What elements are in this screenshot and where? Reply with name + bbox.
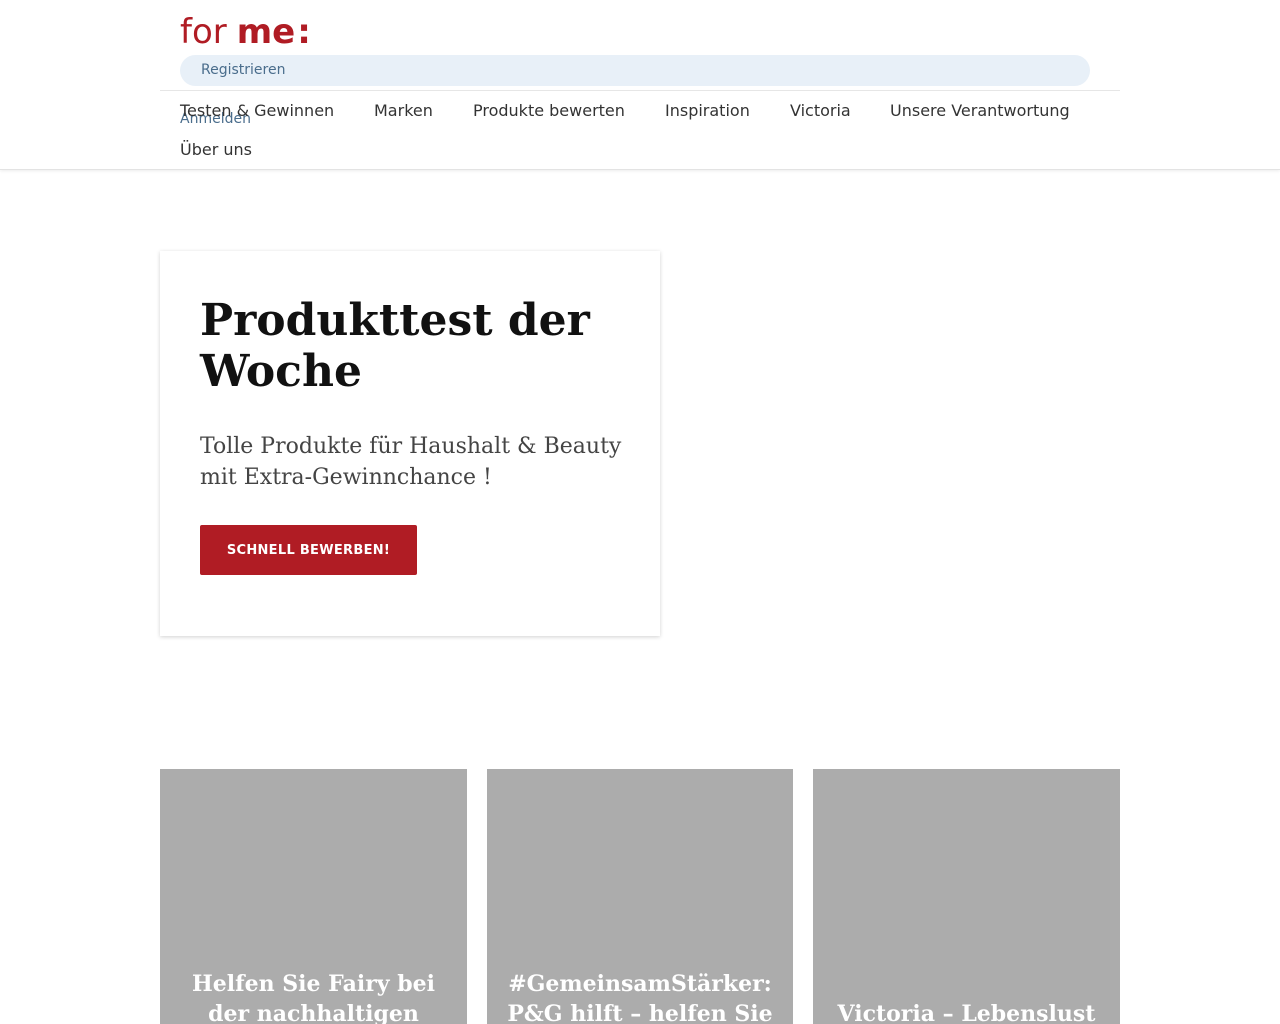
register-link[interactable]: Registrieren xyxy=(201,62,285,78)
teaser-title: Victoria – Lebenslust xyxy=(837,1001,1096,1024)
nav-item-produkte-bewerten[interactable]: Produkte bewerten xyxy=(473,101,625,120)
teaser-title: #GemeinsamStärker: P&G hilft – helfen Si… xyxy=(507,971,773,1024)
account-bar: Registrieren xyxy=(180,55,1090,86)
forme-logo[interactable]: for me : xyxy=(180,12,311,52)
site-header: for me : Registrieren Anmelden Testen & … xyxy=(0,0,1280,170)
logo-colon-text: : xyxy=(297,12,311,52)
hero-title: Produkttest der Woche xyxy=(200,295,590,397)
header-divider xyxy=(160,90,1120,91)
apply-now-button[interactable]: SCHNELL BEWERBEN! xyxy=(200,525,417,575)
teaser-card-victoria[interactable]: Victoria – Lebenslust xyxy=(813,769,1120,1024)
logo-me-text: me xyxy=(236,12,296,52)
nav-item-victoria[interactable]: Victoria xyxy=(790,101,851,120)
nav-item-ueber-uns[interactable]: Über uns xyxy=(180,140,252,159)
teaser-title: Helfen Sie Fairy bei der nachhaltigen xyxy=(192,971,435,1024)
nav-item-testen-gewinnen[interactable]: Testen & Gewinnen xyxy=(180,101,334,120)
nav-item-marken[interactable]: Marken xyxy=(374,101,433,120)
nav-item-inspiration[interactable]: Inspiration xyxy=(665,101,750,120)
hero-subtitle: Tolle Produkte für Haushalt & Beauty mit… xyxy=(200,434,622,490)
logo-for-text: for xyxy=(180,12,227,52)
nav-item-unsere-verantwortung[interactable]: Unsere Verantwortung xyxy=(890,101,1070,120)
hero-card: Produkttest der Woche Tolle Produkte für… xyxy=(160,251,660,636)
teaser-card-fairy[interactable]: Helfen Sie Fairy bei der nachhaltigen xyxy=(160,769,467,1024)
teaser-card-gemeinsamstaerker[interactable]: #GemeinsamStärker: P&G hilft – helfen Si… xyxy=(487,769,793,1024)
